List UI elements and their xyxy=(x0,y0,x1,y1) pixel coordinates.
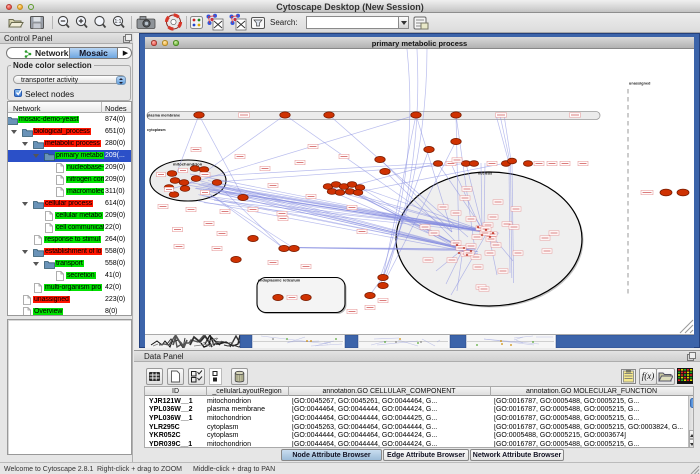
svg-text:endoplasmic reticulum: endoplasmic reticulum xyxy=(258,278,301,282)
svg-text:plasma membrane: plasma membrane xyxy=(147,113,180,117)
svg-text:nucleus: nucleus xyxy=(478,171,492,175)
svg-text:cytoplasm: cytoplasm xyxy=(147,128,166,132)
svg-text:unassigned: unassigned xyxy=(629,81,651,85)
svg-text:1:1: 1:1 xyxy=(115,19,122,25)
